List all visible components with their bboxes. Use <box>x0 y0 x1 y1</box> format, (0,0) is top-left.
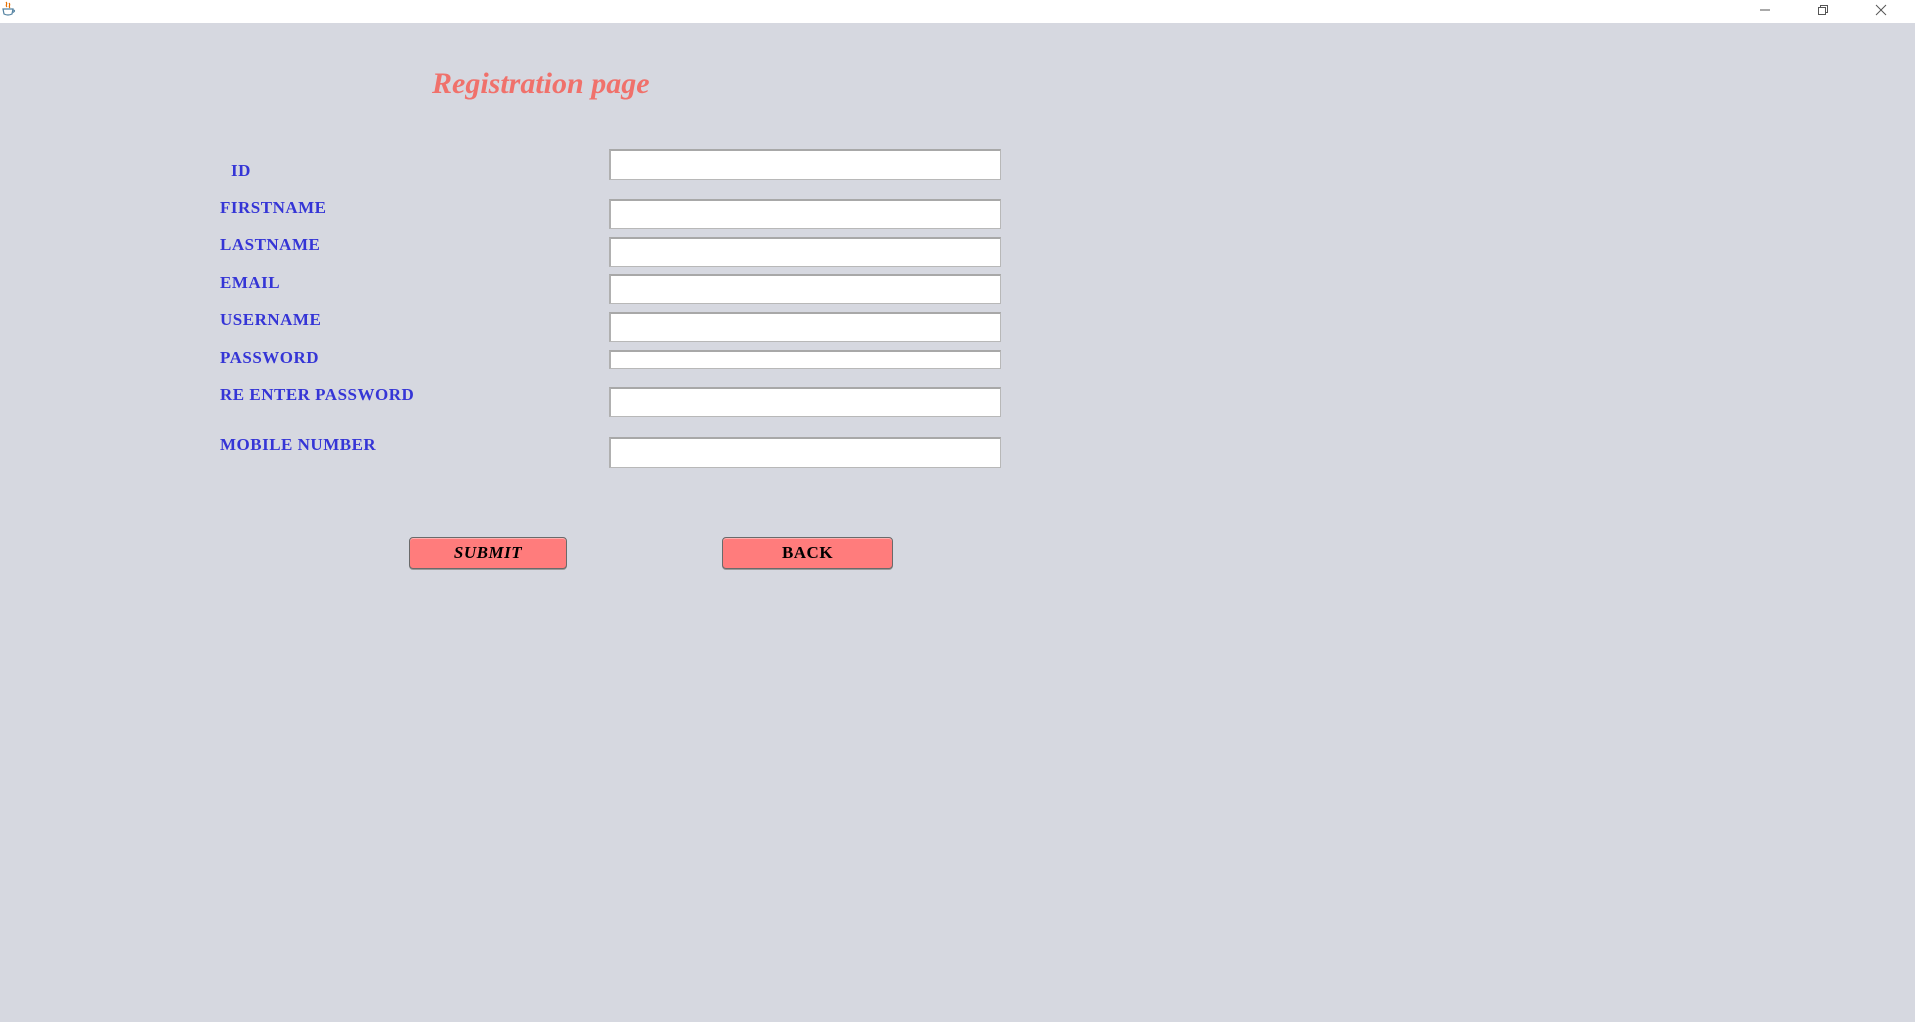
firstname-input[interactable] <box>609 199 1001 229</box>
close-button[interactable] <box>1853 0 1909 23</box>
username-label: USERNAME <box>220 310 322 329</box>
minimize-icon <box>1759 3 1771 21</box>
mobile-number-label: MOBILE NUMBER <box>220 435 377 454</box>
maximize-button[interactable] <box>1795 0 1851 23</box>
password-label: PASSWORD <box>220 348 320 367</box>
submit-button[interactable]: SUBMIT <box>409 537 567 569</box>
reenter-password-label: RE ENTER PASSWORD <box>220 385 415 404</box>
mobile-number-input[interactable] <box>609 437 1001 468</box>
reenter-password-input[interactable] <box>609 387 1001 417</box>
firstname-label: FIRSTNAME <box>220 198 327 217</box>
id-input[interactable] <box>609 149 1001 180</box>
lastname-label: LASTNAME <box>220 235 321 254</box>
page-title: Registration page <box>432 67 650 100</box>
lastname-input[interactable] <box>609 237 1001 267</box>
maximize-icon <box>1817 3 1829 21</box>
email-label: EMAIL <box>220 273 281 292</box>
java-icon[interactable] <box>1 1 17 17</box>
id-label: ID <box>231 161 251 180</box>
registration-panel: Registration page ID FIRSTNAME LASTNAME … <box>0 23 1915 1022</box>
email-input[interactable] <box>609 274 1001 304</box>
username-input[interactable] <box>609 312 1001 342</box>
minimize-button[interactable] <box>1737 0 1793 23</box>
password-input[interactable] <box>609 350 1001 369</box>
window-titlebar <box>0 0 1915 23</box>
back-button[interactable]: BACK <box>722 537 893 569</box>
close-icon <box>1875 3 1887 21</box>
